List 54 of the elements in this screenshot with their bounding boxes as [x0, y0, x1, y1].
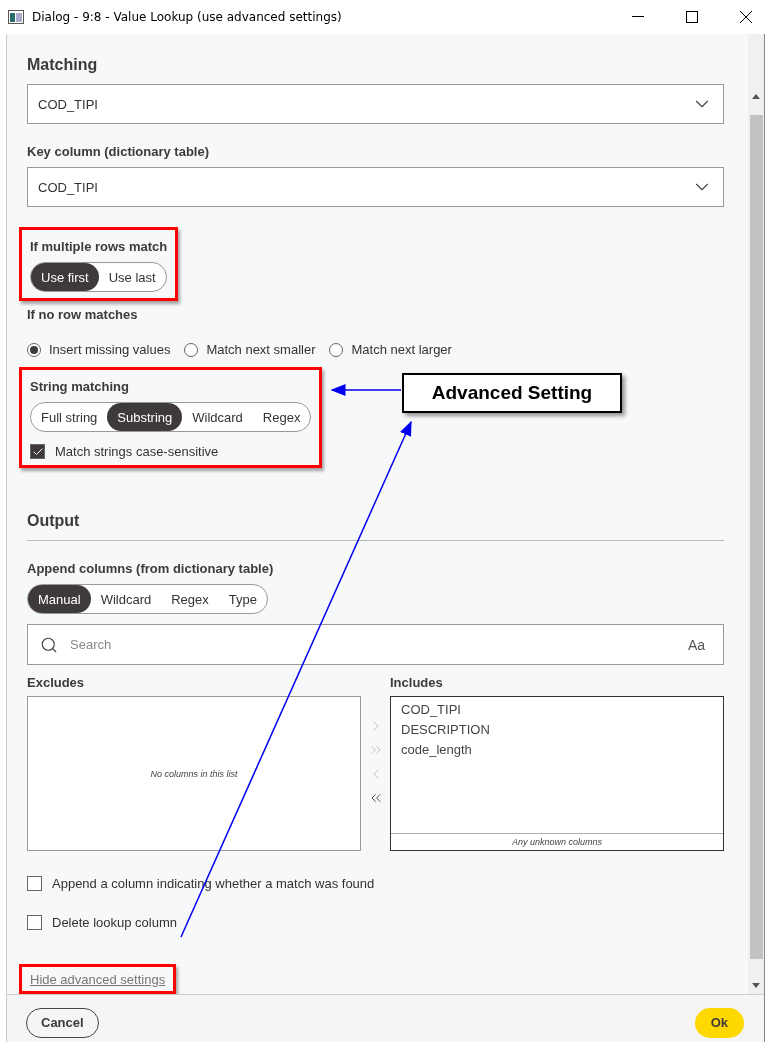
checkbox[interactable] — [27, 876, 42, 891]
maximize-icon — [686, 11, 698, 23]
toggle-option[interactable]: Use last — [98, 263, 166, 291]
radio-button[interactable] — [27, 342, 41, 357]
toggle-option[interactable]: Wildcard — [182, 403, 253, 431]
checkbox-label: Delete lookup column — [52, 915, 178, 930]
list-item[interactable]: COD_TIPI — [391, 699, 723, 719]
field-label: Append columns (from dictionary table) — [27, 561, 274, 576]
dropdown[interactable]: COD_TIPI — [27, 167, 724, 207]
toggle-option[interactable]: Full string — [31, 403, 108, 431]
search-icon — [40, 635, 58, 654]
annotation-callout: Advanced Setting — [402, 373, 622, 413]
toggle-option[interactable]: Regex — [161, 585, 219, 613]
toggle-option[interactable]: Manual — [28, 585, 91, 613]
radio-option[interactable]: Match next smaller — [184, 342, 316, 357]
checkbox-label: Match strings case-sensitive — [55, 444, 219, 459]
close-icon — [740, 11, 752, 23]
search-field[interactable]: Search Aa — [27, 624, 724, 665]
toggle-option[interactable]: Type — [218, 585, 267, 613]
checkbox[interactable] — [27, 915, 42, 930]
empty-message: No columns in this list — [150, 768, 238, 779]
dropdown[interactable]: COD_TIPI — [27, 84, 724, 124]
ok-button[interactable]: Ok — [694, 1007, 744, 1038]
field-label: Excludes — [27, 675, 86, 690]
section-heading: Matching — [27, 56, 98, 74]
section-heading: Output — [27, 512, 80, 530]
window-title: Dialog - 9:8 - Value Lookup (use advanced settings) — [32, 10, 343, 24]
toggle-option[interactable]: Regex — [252, 403, 311, 431]
field-label: If no row matches — [27, 307, 138, 322]
toggle-option[interactable]: Use first — [31, 263, 99, 291]
field-label: String matching — [30, 379, 129, 394]
search-input[interactable]: Search — [68, 636, 672, 653]
list-item[interactable]: DESCRIPTION — [391, 719, 723, 739]
radio-button[interactable] — [329, 342, 344, 357]
scroll-down-icon — [752, 983, 760, 988]
toggle-option[interactable]: Wildcard — [90, 585, 162, 613]
toggle-option[interactable]: Substring — [107, 403, 183, 431]
app-icon — [8, 10, 24, 24]
list-item[interactable]: code_length — [391, 739, 723, 759]
minimize-icon — [632, 16, 644, 18]
checkbox[interactable] — [30, 444, 45, 459]
scrollbar-thumb[interactable] — [749, 115, 763, 959]
radio-button[interactable] — [184, 342, 199, 357]
scrollbar[interactable] — [748, 34, 764, 994]
list-footer: Any unknown columns — [391, 833, 723, 850]
radio-option[interactable]: Insert missing values — [27, 342, 171, 357]
radio-option[interactable]: Match next larger — [329, 342, 452, 357]
field-label: Includes — [390, 675, 444, 690]
field-label: Key column (dictionary table) — [27, 144, 210, 159]
field-label: If multiple rows match — [30, 239, 168, 254]
annotation-arrow — [330, 384, 402, 396]
scroll-up-icon — [752, 94, 760, 99]
hide-advanced-link[interactable]: Hide advanced settings — [30, 972, 166, 987]
case-toggle[interactable]: Aa — [681, 635, 711, 654]
